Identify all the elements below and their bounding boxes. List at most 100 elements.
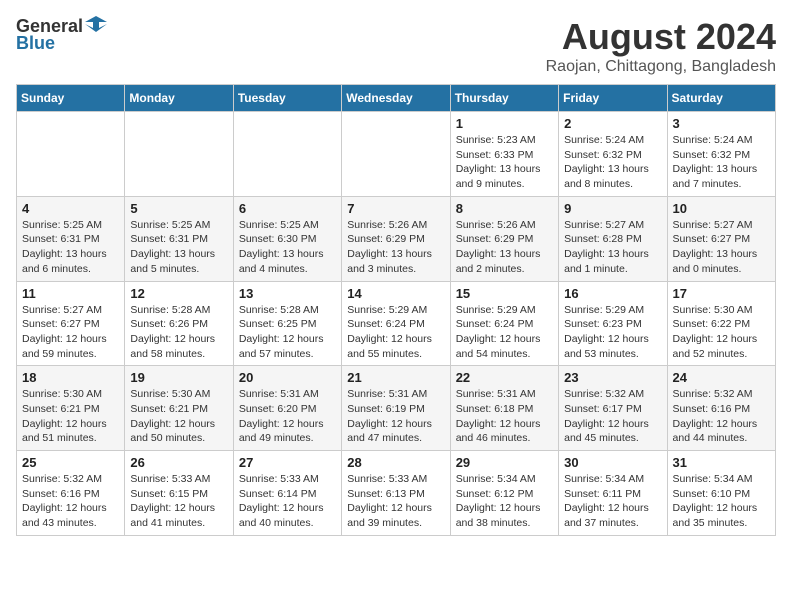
day-number: 6 xyxy=(239,201,336,216)
calendar-day-cell: 2Sunrise: 5:24 AM Sunset: 6:32 PM Daylig… xyxy=(559,112,667,197)
day-info: Sunrise: 5:34 AM Sunset: 6:11 PM Dayligh… xyxy=(564,472,661,531)
day-info: Sunrise: 5:28 AM Sunset: 6:25 PM Dayligh… xyxy=(239,303,336,362)
day-number: 26 xyxy=(130,455,227,470)
calendar-day-cell: 19 Sunrise: 5:30 AM Sunset: 6:21 PM Dayli… xyxy=(125,366,233,451)
weekday-header-thursday: Thursday xyxy=(450,85,558,112)
day-number: 13 xyxy=(239,286,336,301)
calendar-day-cell xyxy=(125,112,233,197)
calendar-day-cell: 3 Sunrise: 5:24 AM Sunset: 6:32 PM Daylig… xyxy=(667,112,775,197)
weekday-header-monday: Monday xyxy=(125,85,233,112)
day-info: Sunrise: 5:32 AM Sunset: 6:16 PM Dayligh… xyxy=(673,387,770,446)
calendar-day-cell: 22Sunrise: 5:31 AM Sunset: 6:18 PM Dayli… xyxy=(450,366,558,451)
calendar-day-cell: 11 Sunrise: 5:27 AM Sunset: 6:27 PM Dayli… xyxy=(17,281,125,366)
day-info: Sunrise: 5:30 AM Sunset: 6:21 PM Dayligh… xyxy=(130,387,227,446)
calendar-week-row: 1 Sunrise: 5:23 AM Sunset: 6:33 PM Daylig… xyxy=(17,112,776,197)
calendar-day-cell: 10Sunrise: 5:27 AM Sunset: 6:27 PM Dayli… xyxy=(667,196,775,281)
day-number: 11 xyxy=(22,286,119,301)
day-info: Sunrise: 5:32 AM Sunset: 6:17 PM Dayligh… xyxy=(564,387,661,446)
day-info: Sunrise: 5:32 AM Sunset: 6:16 PM Dayligh… xyxy=(22,472,119,531)
day-number: 1 xyxy=(456,116,553,131)
day-number: 8 xyxy=(456,201,553,216)
calendar-day-cell: 9 Sunrise: 5:27 AM Sunset: 6:28 PM Daylig… xyxy=(559,196,667,281)
logo-blue-text: Blue xyxy=(16,33,55,54)
weekday-header-row: SundayMondayTuesdayWednesdayThursdayFrid… xyxy=(17,85,776,112)
day-number: 3 xyxy=(673,116,770,131)
header: General Blue August 2024 Raojan, Chittag… xyxy=(16,16,776,76)
calendar-day-cell: 30 Sunrise: 5:34 AM Sunset: 6:11 PM Dayli… xyxy=(559,451,667,536)
calendar-day-cell: 12Sunrise: 5:28 AM Sunset: 6:26 PM Dayli… xyxy=(125,281,233,366)
day-number: 28 xyxy=(347,455,444,470)
day-number: 4 xyxy=(22,201,119,216)
day-info: Sunrise: 5:30 AM Sunset: 6:21 PM Dayligh… xyxy=(22,387,119,446)
calendar-day-cell: 25 Sunrise: 5:32 AM Sunset: 6:16 PM Dayli… xyxy=(17,451,125,536)
day-info: Sunrise: 5:30 AM Sunset: 6:22 PM Dayligh… xyxy=(673,303,770,362)
day-info: Sunrise: 5:26 AM Sunset: 6:29 PM Dayligh… xyxy=(347,218,444,277)
title-area: August 2024 Raojan, Chittagong, Banglade… xyxy=(546,16,776,76)
day-info: Sunrise: 5:27 AM Sunset: 6:28 PM Dayligh… xyxy=(564,218,661,277)
day-info: Sunrise: 5:27 AM Sunset: 6:27 PM Dayligh… xyxy=(22,303,119,362)
calendar-table: SundayMondayTuesdayWednesdayThursdayFrid… xyxy=(16,84,776,536)
calendar-day-cell: 23 Sunrise: 5:32 AM Sunset: 6:17 PM Dayli… xyxy=(559,366,667,451)
day-number: 30 xyxy=(564,455,661,470)
day-number: 31 xyxy=(673,455,770,470)
day-info: Sunrise: 5:26 AM Sunset: 6:29 PM Dayligh… xyxy=(456,218,553,277)
day-number: 24 xyxy=(673,370,770,385)
calendar-day-cell: 1 Sunrise: 5:23 AM Sunset: 6:33 PM Daylig… xyxy=(450,112,558,197)
day-number: 12 xyxy=(130,286,227,301)
calendar-week-row: 18 Sunrise: 5:30 AM Sunset: 6:21 PM Dayli… xyxy=(17,366,776,451)
calendar-day-cell: 31 Sunrise: 5:34 AM Sunset: 6:10 PM Dayli… xyxy=(667,451,775,536)
day-info: Sunrise: 5:31 AM Sunset: 6:20 PM Dayligh… xyxy=(239,387,336,446)
calendar-day-cell: 17 Sunrise: 5:30 AM Sunset: 6:22 PM Dayli… xyxy=(667,281,775,366)
day-number: 16 xyxy=(564,286,661,301)
weekday-header-tuesday: Tuesday xyxy=(233,85,341,112)
day-number: 21 xyxy=(347,370,444,385)
day-number: 7 xyxy=(347,201,444,216)
calendar-day-cell: 24 Sunrise: 5:32 AM Sunset: 6:16 PM Dayli… xyxy=(667,366,775,451)
weekday-header-wednesday: Wednesday xyxy=(342,85,450,112)
calendar-day-cell: 15 Sunrise: 5:29 AM Sunset: 6:24 PM Dayli… xyxy=(450,281,558,366)
day-number: 25 xyxy=(22,455,119,470)
calendar-day-cell: 18 Sunrise: 5:30 AM Sunset: 6:21 PM Dayli… xyxy=(17,366,125,451)
day-number: 2 xyxy=(564,116,661,131)
day-number: 19 xyxy=(130,370,227,385)
day-info: Sunrise: 5:25 AM Sunset: 6:31 PM Dayligh… xyxy=(22,218,119,277)
day-info: Sunrise: 5:25 AM Sunset: 6:31 PM Dayligh… xyxy=(130,218,227,277)
day-number: 29 xyxy=(456,455,553,470)
day-info: Sunrise: 5:33 AM Sunset: 6:14 PM Dayligh… xyxy=(239,472,336,531)
day-info: Sunrise: 5:34 AM Sunset: 6:12 PM Dayligh… xyxy=(456,472,553,531)
location-subtitle: Raojan, Chittagong, Bangladesh xyxy=(546,58,776,76)
day-info: Sunrise: 5:23 AM Sunset: 6:33 PM Dayligh… xyxy=(456,133,553,192)
day-info: Sunrise: 5:25 AM Sunset: 6:30 PM Dayligh… xyxy=(239,218,336,277)
day-number: 18 xyxy=(22,370,119,385)
calendar-day-cell: 14Sunrise: 5:29 AM Sunset: 6:24 PM Dayli… xyxy=(342,281,450,366)
weekday-header-saturday: Saturday xyxy=(667,85,775,112)
calendar-day-cell xyxy=(342,112,450,197)
logo-bird-icon xyxy=(85,14,107,36)
calendar-day-cell: 16 Sunrise: 5:29 AM Sunset: 6:23 PM Dayli… xyxy=(559,281,667,366)
day-number: 27 xyxy=(239,455,336,470)
calendar-day-cell: 6 Sunrise: 5:25 AM Sunset: 6:30 PM Daylig… xyxy=(233,196,341,281)
day-info: Sunrise: 5:31 AM Sunset: 6:19 PM Dayligh… xyxy=(347,387,444,446)
day-number: 5 xyxy=(130,201,227,216)
calendar-day-cell: 4 Sunrise: 5:25 AM Sunset: 6:31 PM Daylig… xyxy=(17,196,125,281)
calendar-day-cell: 28 Sunrise: 5:33 AM Sunset: 6:13 PM Dayli… xyxy=(342,451,450,536)
calendar-day-cell: 7 Sunrise: 5:26 AM Sunset: 6:29 PM Daylig… xyxy=(342,196,450,281)
logo: General Blue xyxy=(16,16,107,54)
day-number: 23 xyxy=(564,370,661,385)
day-info: Sunrise: 5:34 AM Sunset: 6:10 PM Dayligh… xyxy=(673,472,770,531)
calendar-day-cell: 8 Sunrise: 5:26 AM Sunset: 6:29 PM Daylig… xyxy=(450,196,558,281)
day-number: 15 xyxy=(456,286,553,301)
day-info: Sunrise: 5:29 AM Sunset: 6:24 PM Dayligh… xyxy=(456,303,553,362)
calendar-day-cell: 27 Sunrise: 5:33 AM Sunset: 6:14 PM Dayli… xyxy=(233,451,341,536)
day-info: Sunrise: 5:33 AM Sunset: 6:13 PM Dayligh… xyxy=(347,472,444,531)
day-number: 20 xyxy=(239,370,336,385)
calendar-day-cell: 13 Sunrise: 5:28 AM Sunset: 6:25 PM Dayli… xyxy=(233,281,341,366)
day-number: 9 xyxy=(564,201,661,216)
day-info: Sunrise: 5:24 AM Sunset: 6:32 PM Dayligh… xyxy=(673,133,770,192)
day-info: Sunrise: 5:29 AM Sunset: 6:24 PM Dayligh… xyxy=(347,303,444,362)
day-info: Sunrise: 5:29 AM Sunset: 6:23 PM Dayligh… xyxy=(564,303,661,362)
day-number: 17 xyxy=(673,286,770,301)
day-number: 10 xyxy=(673,201,770,216)
calendar-day-cell xyxy=(17,112,125,197)
weekday-header-friday: Friday xyxy=(559,85,667,112)
